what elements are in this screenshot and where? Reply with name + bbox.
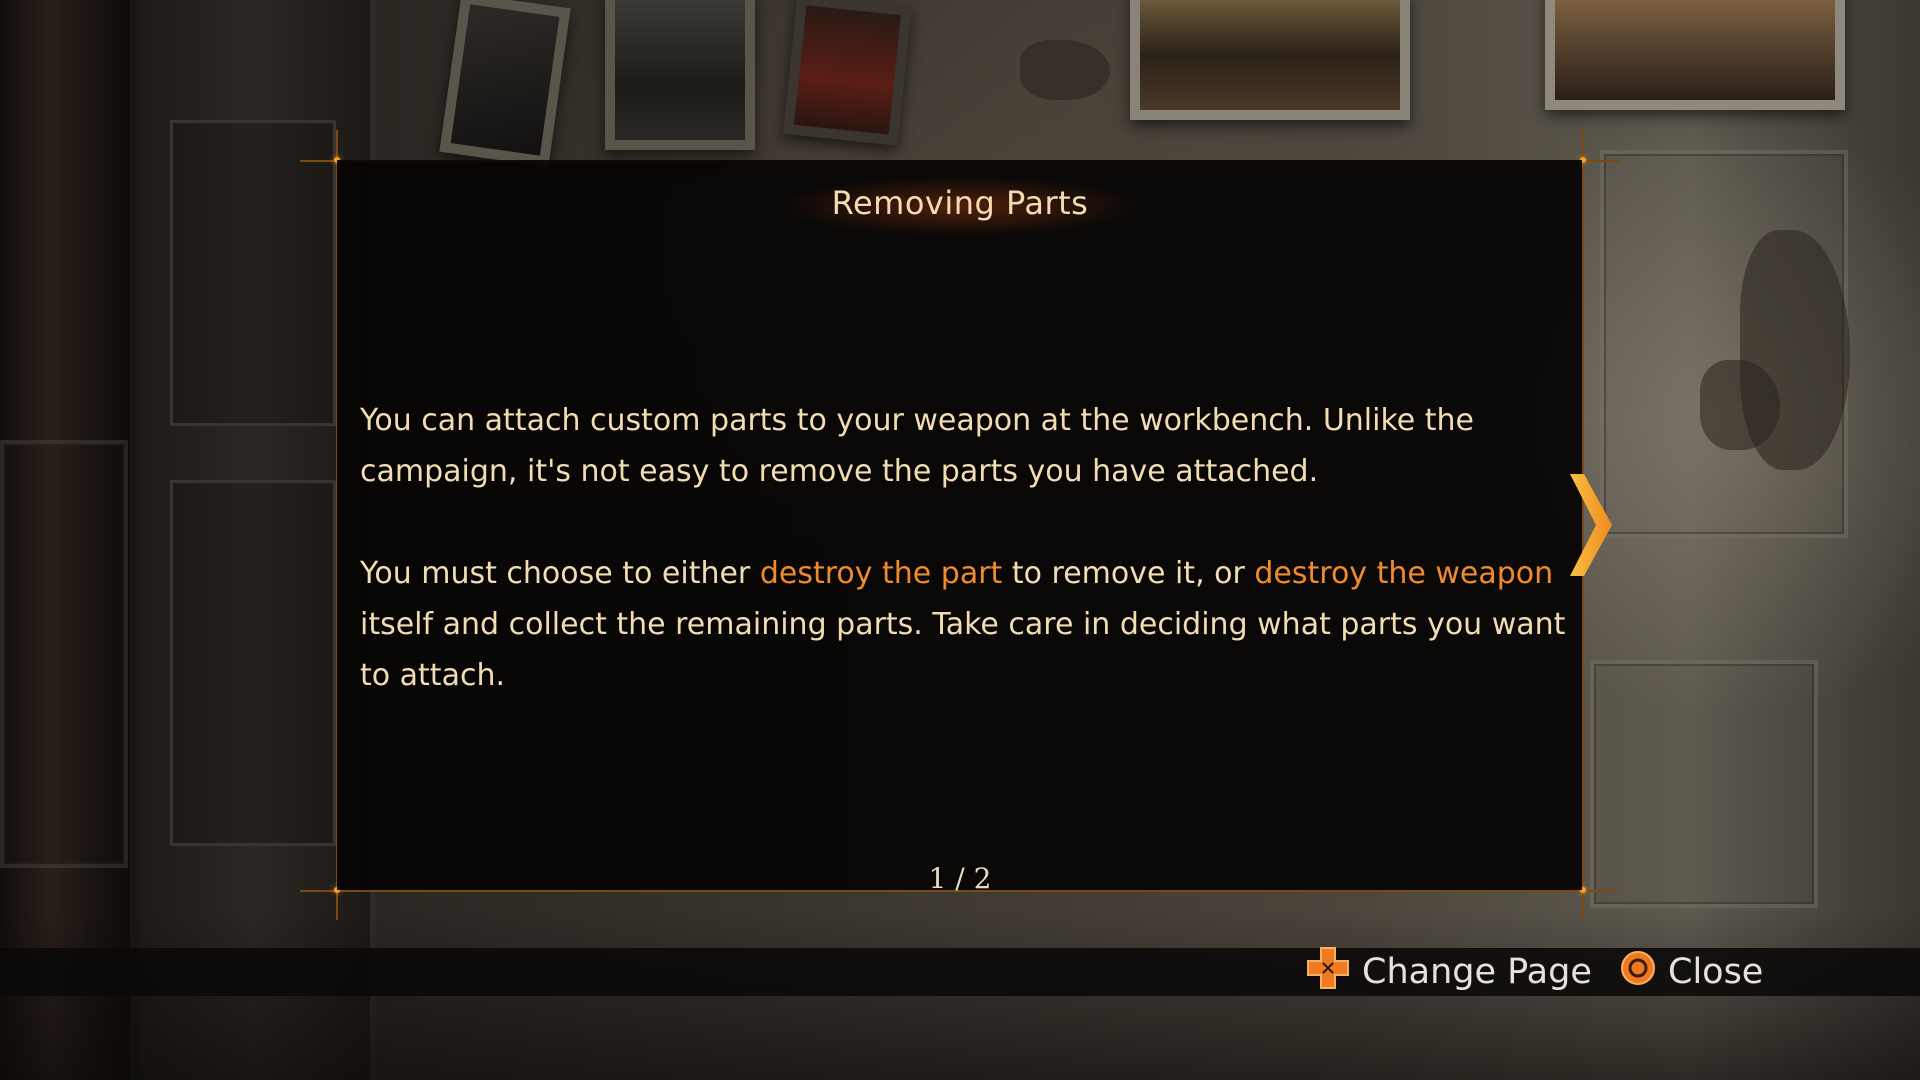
body-text-segment: You must choose to either — [360, 556, 760, 591]
dialog-body: You can attach custom parts to your weap… — [360, 395, 1570, 701]
wall-panel — [0, 440, 128, 868]
close-prompt[interactable]: Close — [1620, 948, 1763, 996]
page-indicator: 1 / 2 — [928, 862, 992, 895]
wall-panel — [1590, 660, 1818, 908]
picture-frame — [605, 0, 755, 150]
body-paragraph-1: You can attach custom parts to your weap… — [360, 403, 1474, 489]
body-text-segment: itself and collect the remaining parts. … — [360, 607, 1566, 693]
wall-stain — [1700, 360, 1780, 450]
dialog-title: Removing Parts — [831, 184, 1089, 222]
change-page-label: Change Page — [1362, 952, 1592, 992]
picture-frame — [782, 0, 913, 146]
body-paragraph-2: You must choose to either destroy the pa… — [360, 548, 1570, 701]
change-page-prompt[interactable]: Change Page — [1306, 946, 1592, 999]
picture-frame — [439, 0, 571, 167]
highlight-destroy-weapon: destroy the weapon — [1254, 556, 1554, 591]
highlight-destroy-part: destroy the part — [759, 556, 1003, 591]
door-panel — [170, 120, 336, 426]
wall-stain — [1020, 40, 1110, 100]
dpad-icon — [1306, 946, 1350, 999]
body-text-segment: to remove it, or — [1002, 556, 1255, 591]
chevron-right-icon[interactable] — [1568, 470, 1614, 580]
close-label: Close — [1668, 952, 1764, 992]
door-panel — [170, 480, 336, 846]
circle-button-icon — [1620, 950, 1656, 995]
picture-frame — [1545, 0, 1845, 110]
picture-frame — [1130, 0, 1410, 120]
